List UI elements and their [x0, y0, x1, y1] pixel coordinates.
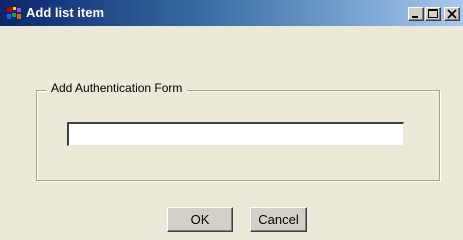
- groupbox-label: Add Authentication Form: [46, 80, 188, 96]
- cancel-button[interactable]: Cancel: [250, 207, 307, 232]
- ok-button[interactable]: OK: [167, 207, 233, 232]
- app-icon: [6, 5, 22, 21]
- authentication-form-input[interactable]: [67, 122, 404, 146]
- window-title: Add list item: [26, 5, 105, 20]
- maximize-icon: [428, 9, 438, 18]
- title-bar[interactable]: Add list item: [0, 0, 463, 26]
- add-list-item-dialog: Add list item Add Authentication Form OK…: [0, 0, 463, 240]
- close-icon: [447, 9, 457, 19]
- minimize-icon: [412, 16, 418, 18]
- close-button[interactable]: [444, 7, 460, 21]
- maximize-button[interactable]: [425, 7, 441, 21]
- minimize-button[interactable]: [408, 7, 424, 21]
